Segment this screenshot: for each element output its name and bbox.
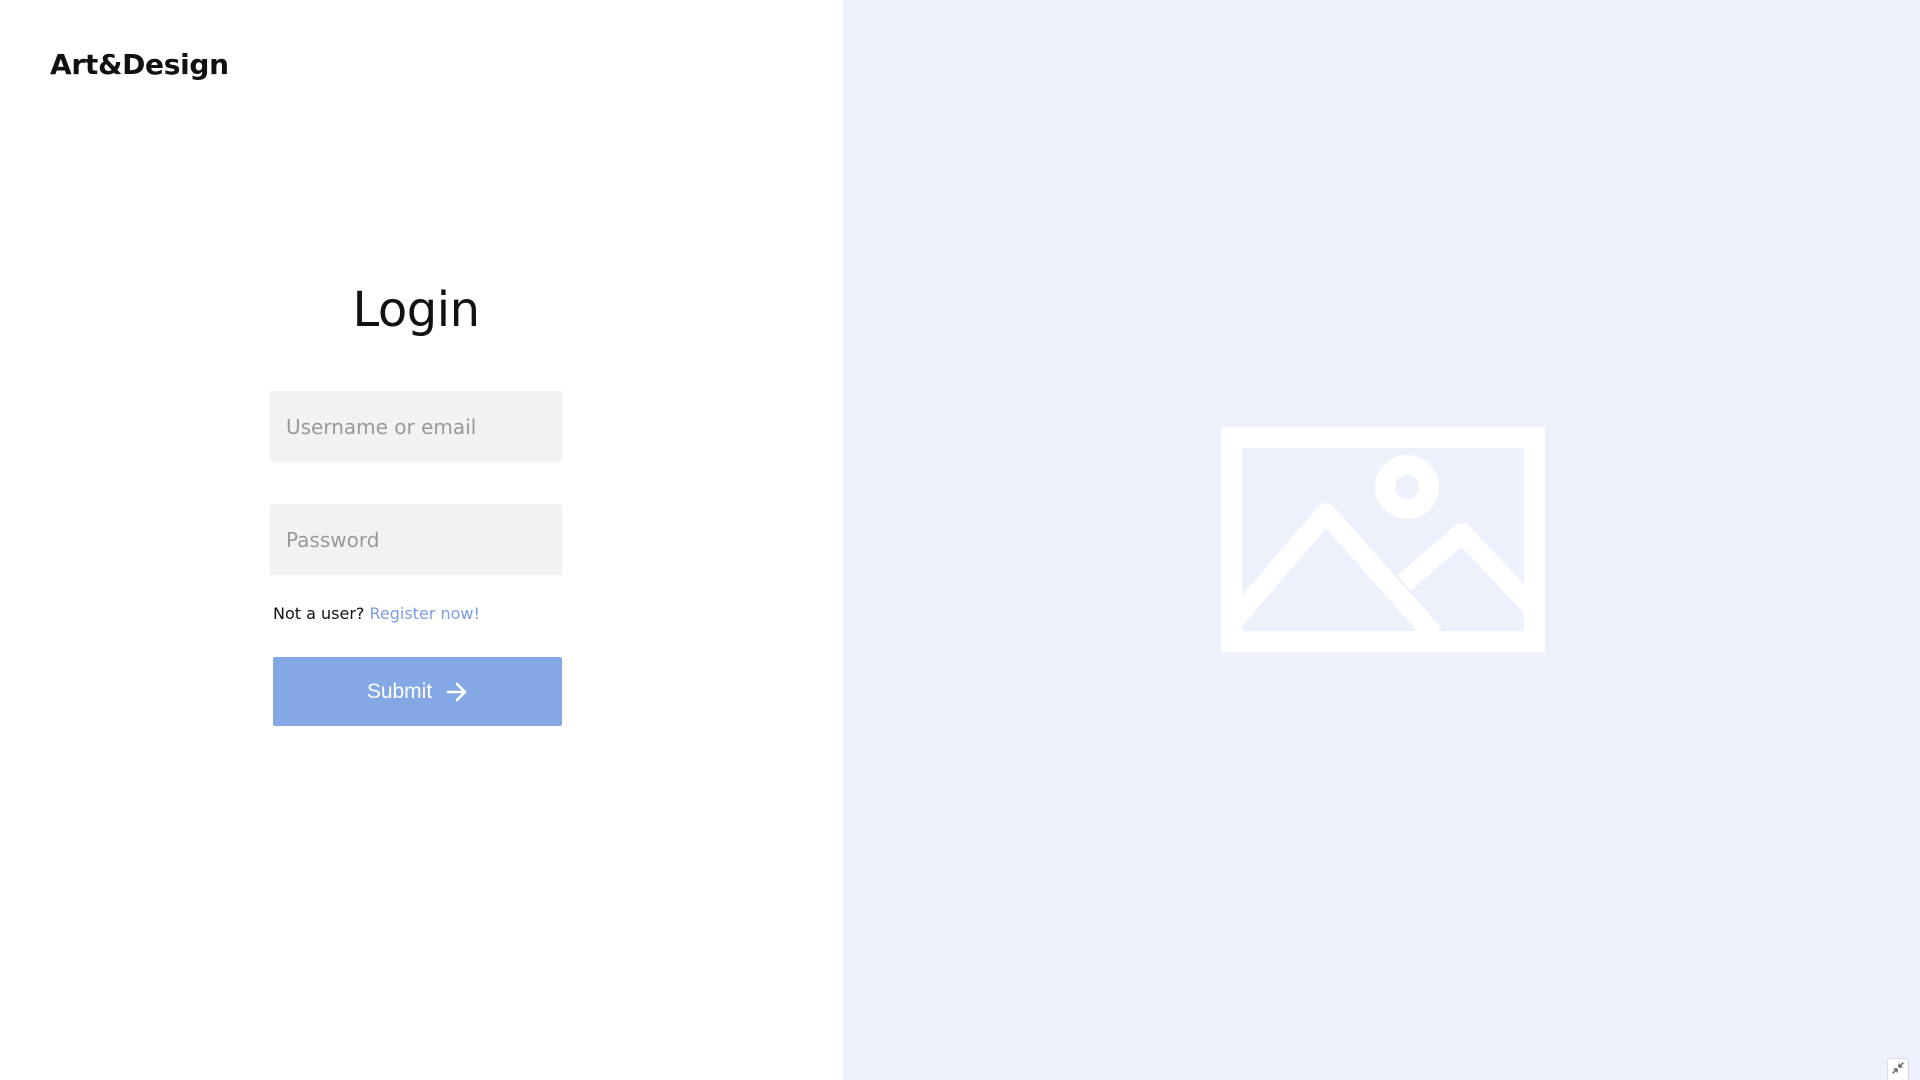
- image-placeholder-icon: [1221, 427, 1545, 652]
- register-row: Not a user? Register now!: [273, 604, 480, 623]
- brand-logo: Art&Design: [50, 48, 229, 81]
- collapse-button[interactable]: [1887, 1058, 1909, 1080]
- register-prompt: Not a user?: [273, 604, 365, 623]
- submit-button[interactable]: Submit: [273, 657, 562, 726]
- password-input[interactable]: [270, 504, 562, 575]
- page-title: Login: [352, 282, 481, 338]
- collapse-icon: [1891, 1060, 1905, 1079]
- hero-panel: [843, 0, 1920, 1080]
- username-input[interactable]: [270, 391, 562, 462]
- register-link[interactable]: Register now!: [370, 604, 480, 623]
- submit-label: Submit: [366, 679, 433, 703]
- login-page: Art&Design Login Not a user? Register no…: [0, 0, 1920, 1080]
- login-panel: Art&Design Login Not a user? Register no…: [0, 0, 843, 1080]
- arrow-right-icon: [446, 682, 468, 702]
